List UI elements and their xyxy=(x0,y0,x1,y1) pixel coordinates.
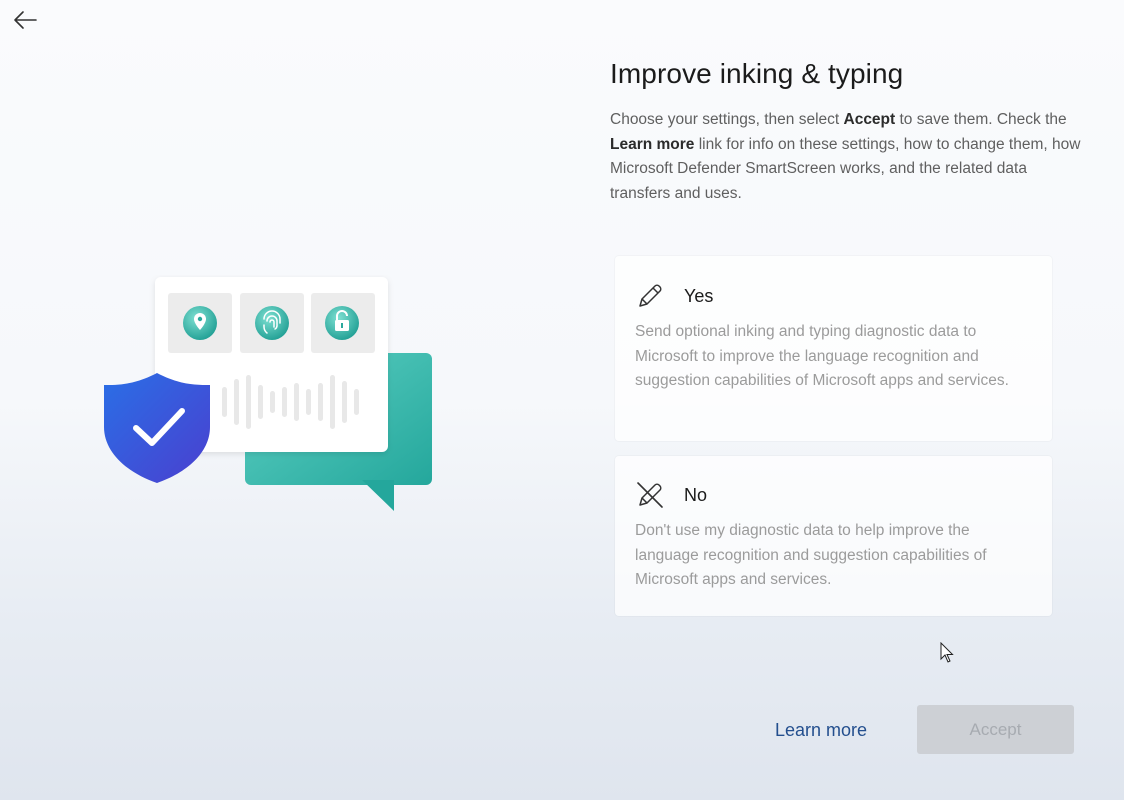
option-no-label: No xyxy=(684,484,708,505)
option-yes-card[interactable]: Yes Send optional inking and typing diag… xyxy=(615,256,1052,441)
option-no-card[interactable]: No Don't use my diagnostic data to help … xyxy=(615,456,1052,616)
back-arrow-icon xyxy=(14,11,37,29)
accept-button[interactable]: Accept xyxy=(917,705,1074,754)
option-no-description: Don't use my diagnostic data to help imp… xyxy=(635,522,987,589)
location-icon xyxy=(183,306,217,340)
description-accept-bold: Accept xyxy=(843,111,896,128)
shield-check-icon xyxy=(104,373,210,483)
main-content: Improve inking & typing Choose your sett… xyxy=(610,58,1085,206)
description-text-2: to save them. Check the xyxy=(895,111,1067,128)
description-learn-more-bold: Learn more xyxy=(610,135,695,153)
privacy-illustration xyxy=(100,275,440,515)
mouse-pointer-icon xyxy=(940,642,954,663)
option-yes-description: Send optional inking and typing diagnost… xyxy=(635,323,1009,390)
learn-more-link[interactable]: Learn more xyxy=(775,720,867,741)
option-yes-label: Yes xyxy=(684,285,714,306)
page-title: Improve inking & typing xyxy=(610,58,904,89)
description-text-1: Choose your settings, then select xyxy=(610,111,844,128)
pen-icon xyxy=(635,281,665,311)
back-button[interactable] xyxy=(8,4,42,36)
page-description: Choose your settings, then select Accept… xyxy=(610,108,1085,206)
unlock-icon xyxy=(325,306,359,340)
pen-off-icon xyxy=(635,480,665,510)
fingerprint-icon xyxy=(255,306,289,340)
